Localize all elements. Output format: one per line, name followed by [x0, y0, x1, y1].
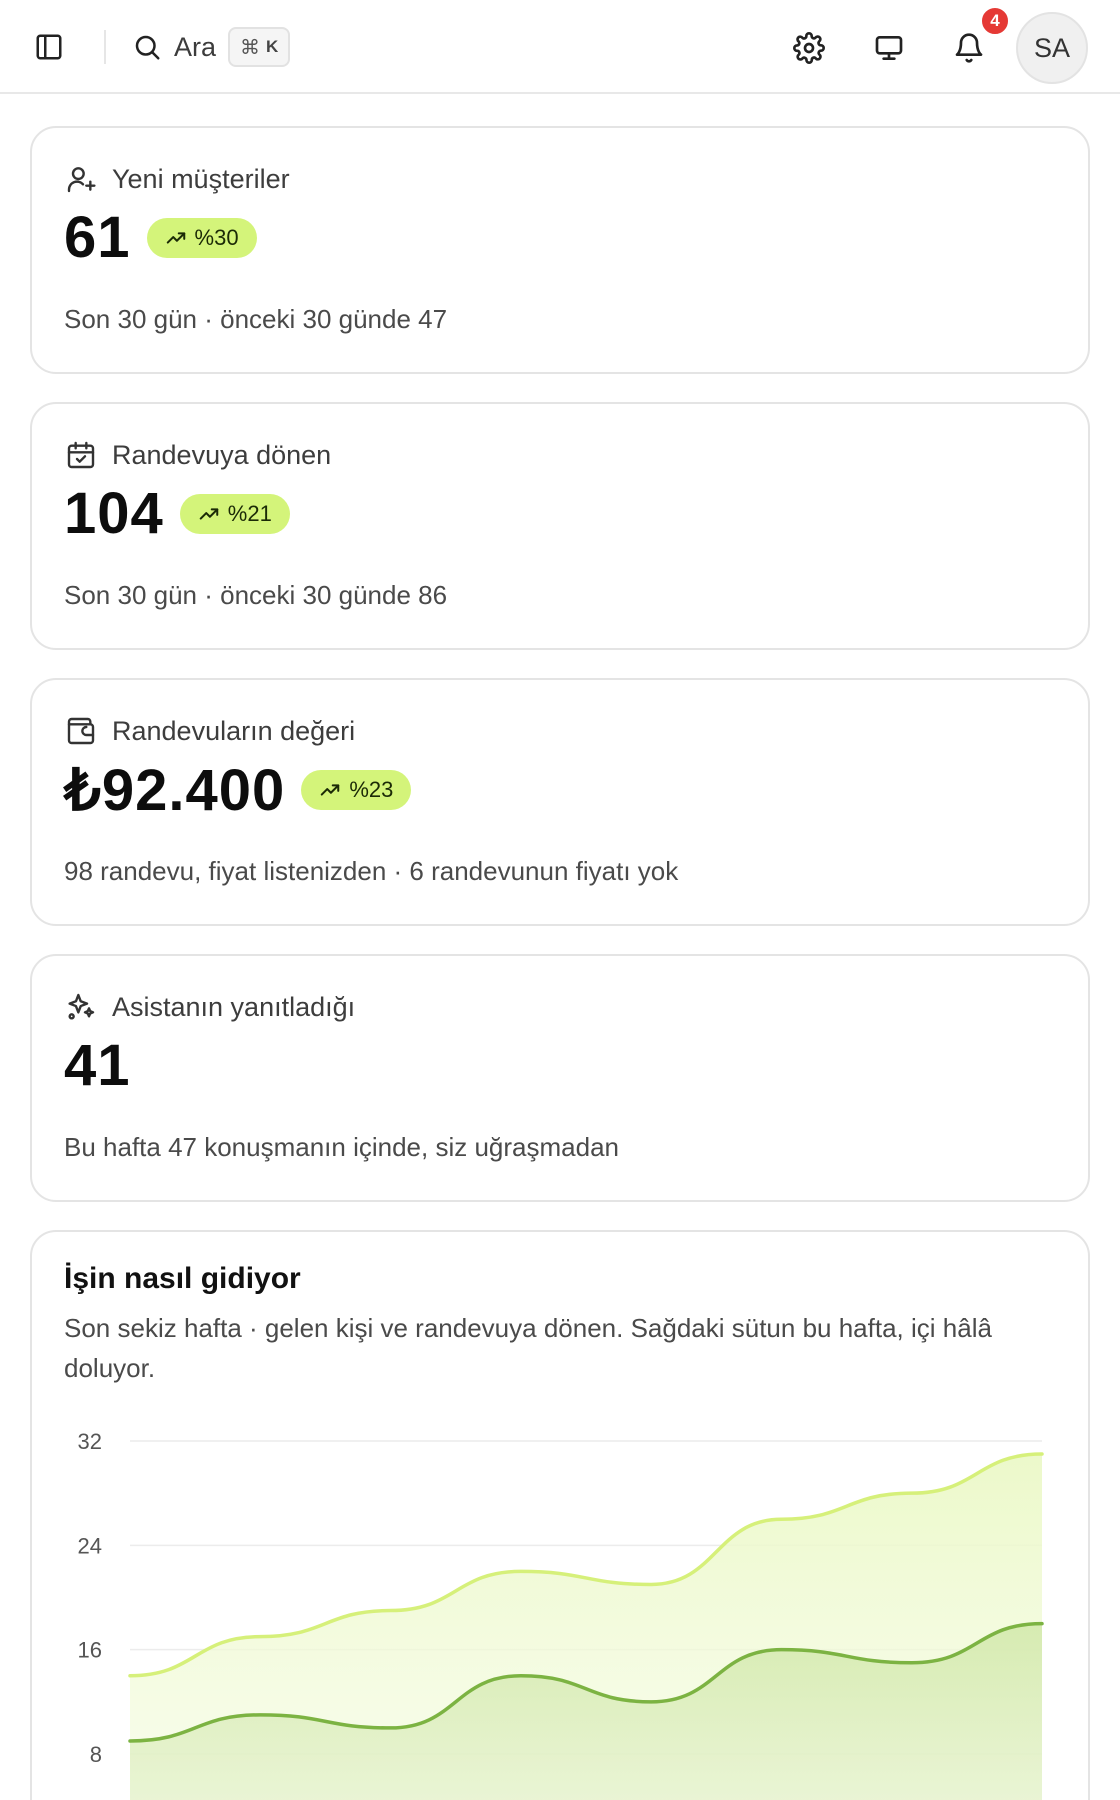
stat-title: Randevuya dönen — [112, 439, 332, 470]
display-button[interactable] — [869, 28, 909, 68]
stat-title: Asistanın yanıtladığı — [112, 991, 356, 1022]
change-badge: %21 — [179, 493, 290, 534]
gear-icon — [793, 32, 825, 64]
trend-up-icon — [321, 784, 340, 796]
y-tick-label: 8 — [90, 1742, 102, 1767]
change-badge: %23 — [301, 770, 412, 810]
trend-up-icon — [199, 507, 219, 520]
stat-value: 41 — [64, 1033, 131, 1098]
area-chart: 8 16 24 32 — [78, 1429, 1044, 1800]
stat-card-new-customers: Yeni müşteriler 61 %30 Son 30 gün · önce… — [30, 126, 1090, 374]
change-value: %23 — [349, 777, 394, 802]
top-bar: Ara ⌘ K 4 SA — [0, 0, 1120, 94]
sidebar-toggle-button[interactable] — [34, 32, 64, 62]
search-button[interactable]: Ara ⌘ K — [132, 24, 291, 70]
change-value: %21 — [227, 500, 272, 526]
calendar-check-icon — [67, 441, 95, 469]
sidebar-icon — [36, 34, 62, 60]
search-shortcut: ⌘ K — [228, 27, 291, 67]
sparkles-icon — [68, 993, 95, 1020]
search-icon — [135, 35, 160, 60]
y-tick-label: 32 — [78, 1429, 102, 1454]
avatar[interactable]: SA — [1016, 12, 1088, 84]
stat-card-appointment-value: Randevuların değeri ₺92.400 %23 98 rande… — [30, 678, 1090, 926]
stat-subtitle: Son 30 gün · önceki 30 günde 47 — [64, 304, 448, 334]
topbar-divider — [104, 30, 106, 64]
user-plus-icon — [67, 167, 96, 193]
stat-card-assistant-replies: Asistanın yanıtladığı 41 Bu hafta 47 kon… — [30, 954, 1090, 1202]
command-key-icon: ⌘ — [240, 36, 261, 59]
monitor-icon — [875, 35, 903, 60]
performance-chart-card: İşin nasıl gidiyor Son sekiz hafta · gel… — [30, 1230, 1090, 1800]
stat-title: Randevuların değeri — [112, 715, 356, 746]
trend-up-icon — [166, 231, 185, 244]
change-badge: %30 — [146, 217, 257, 258]
stat-card-converted: Randevuya dönen 104 %21 Son 30 gün · önc… — [30, 402, 1090, 650]
stat-subtitle: 98 randevu, fiyat listenizden · 6 randev… — [64, 856, 679, 886]
shortcut-key: K — [266, 37, 279, 56]
settings-button[interactable] — [789, 28, 829, 68]
bell-icon — [955, 33, 983, 63]
wallet-icon — [67, 717, 95, 745]
notifications-button[interactable] — [949, 28, 989, 68]
stat-value: 61 — [64, 205, 131, 270]
search-label: Ara — [174, 31, 217, 62]
y-tick-label: 24 — [78, 1533, 102, 1558]
stat-value: ₺92.400 — [64, 758, 286, 823]
stat-subtitle: Son 30 gün · önceki 30 günde 86 — [64, 580, 448, 610]
stat-subtitle: Bu hafta 47 konuşmanın içinde, siz uğraş… — [64, 1132, 620, 1162]
change-value: %30 — [194, 224, 239, 250]
y-tick-label: 16 — [78, 1638, 102, 1663]
stat-title: Yeni müşteriler — [112, 163, 290, 194]
notification-count-badge: 4 — [980, 6, 1010, 36]
stat-value: 104 — [64, 481, 164, 546]
